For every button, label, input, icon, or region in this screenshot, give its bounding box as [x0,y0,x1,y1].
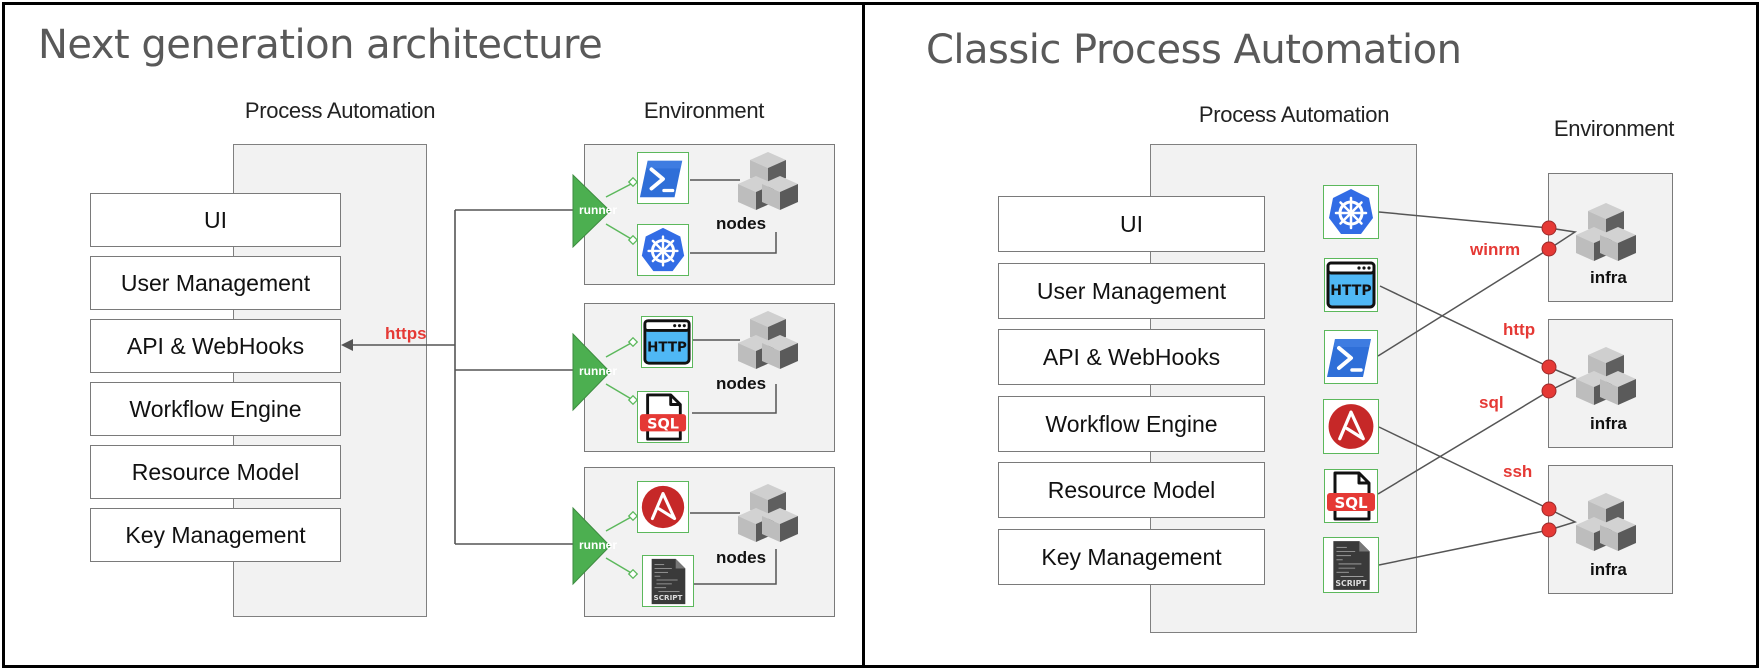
right-connectors [1377,203,1636,566]
infra-label-1: infra [1590,268,1627,287]
powershell-icon [1324,330,1378,384]
http-label: http [1503,320,1536,339]
port-dot [1541,522,1557,538]
infra-icon-2 [1576,347,1636,405]
infra-label-2: infra [1590,414,1627,433]
port-dot [1541,501,1557,517]
winrm-label: winrm [1470,240,1521,259]
sql-label: sql [1479,393,1504,412]
script-to-infra-3 [1378,529,1550,566]
http-icon [1324,258,1378,312]
sql-icon [1324,469,1378,523]
script-icon [1323,537,1379,593]
ssh-label: ssh [1503,462,1533,481]
infra-icon-3 [1576,493,1636,551]
port-dot [1541,383,1557,399]
k8s-to-infra-1 [1378,211,1550,229]
port-dot [1541,220,1557,236]
port-dot [1541,359,1557,375]
infra-label-3: infra [1590,560,1627,579]
port-dot [1541,241,1557,257]
kubernetes-icon [1323,185,1379,239]
infra-icon-1 [1576,203,1636,261]
ansible-icon [1323,399,1379,454]
